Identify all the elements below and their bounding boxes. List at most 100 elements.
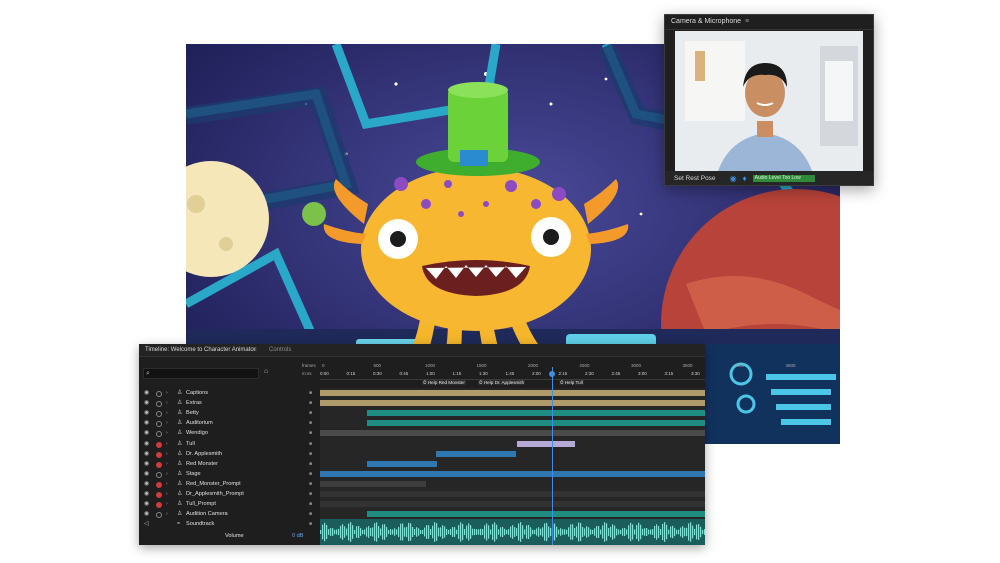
record-arm-icon[interactable] bbox=[156, 481, 162, 488]
lock-icon[interactable]: ■ bbox=[309, 398, 312, 408]
track-clip[interactable] bbox=[436, 450, 516, 457]
expand-arrow-icon[interactable]: › bbox=[166, 449, 168, 459]
record-arm-icon[interactable] bbox=[156, 492, 162, 498]
record-arm-icon[interactable] bbox=[156, 391, 162, 397]
track-row[interactable]: ◉ › ♙ Tull ■ bbox=[139, 439, 320, 449]
track-row[interactable]: ◉ › ♙ Red_Monster_Prompt ■ bbox=[139, 479, 320, 489]
timeline-search-input[interactable]: ⌕ bbox=[143, 368, 259, 379]
marker-label[interactable]: ⏱ Help Dr. Applesmith bbox=[478, 380, 526, 385]
track-row[interactable]: ◉ › ♙ Dr. Applesmith ■ bbox=[139, 449, 320, 459]
record-arm-icon[interactable] bbox=[156, 512, 162, 519]
visibility-eye-icon[interactable]: ◉ bbox=[144, 469, 149, 479]
track-row[interactable]: ◉ › ♙ Stage ■ bbox=[139, 469, 320, 479]
visibility-eye-icon[interactable]: ◉ bbox=[144, 499, 149, 509]
expand-arrow-icon[interactable]: › bbox=[166, 479, 168, 489]
lock-icon[interactable]: ■ bbox=[309, 428, 312, 438]
expand-arrow-icon[interactable]: › bbox=[166, 509, 168, 519]
track-row[interactable]: ◉ › ♙ Auditorium ■ bbox=[139, 418, 320, 428]
record-arm-icon[interactable] bbox=[156, 421, 162, 428]
visibility-eye-icon[interactable]: ◉ bbox=[144, 489, 149, 499]
expand-arrow-icon[interactable]: › bbox=[166, 408, 168, 418]
lock-icon[interactable]: ■ bbox=[309, 519, 312, 529]
visibility-eye-icon[interactable]: ◉ bbox=[144, 398, 149, 408]
track-clip[interactable] bbox=[517, 440, 575, 447]
expand-arrow-icon[interactable]: › bbox=[166, 418, 168, 428]
lock-icon[interactable]: ■ bbox=[309, 439, 312, 449]
track-row[interactable]: ◁ ≈ Soundtrack ■ bbox=[139, 519, 320, 529]
marker-label[interactable]: ⏱ Help Red Monster bbox=[422, 380, 466, 385]
visibility-eye-icon[interactable]: ◉ bbox=[144, 428, 149, 438]
playhead-handle[interactable] bbox=[549, 371, 555, 377]
track-clip[interactable] bbox=[320, 400, 705, 407]
visibility-eye-icon[interactable]: ◉ bbox=[144, 509, 149, 519]
record-arm-icon[interactable] bbox=[156, 451, 162, 458]
track-clip[interactable] bbox=[367, 460, 437, 467]
timeline-tracks[interactable] bbox=[320, 388, 705, 545]
scene-camera-icon[interactable]: ⌂ bbox=[264, 368, 268, 375]
expand-arrow-icon[interactable]: › bbox=[166, 489, 168, 499]
record-arm-icon[interactable] bbox=[156, 441, 162, 448]
camera-toggle-icon[interactable]: ◉ bbox=[730, 174, 737, 183]
track-row[interactable]: ◉ › ♙ Wendigo ■ bbox=[139, 428, 320, 438]
set-rest-pose-button[interactable]: Set Rest Pose bbox=[674, 175, 716, 182]
expand-arrow-icon[interactable]: › bbox=[166, 428, 168, 438]
soundtrack-waveform[interactable] bbox=[320, 519, 705, 545]
visibility-eye-icon[interactable]: ◉ bbox=[144, 388, 149, 398]
track-clip[interactable] bbox=[367, 410, 705, 417]
track-row[interactable]: ◉ › ♙ Extras ■ bbox=[139, 398, 320, 408]
track-row[interactable]: ◉ › ♙ Betty ■ bbox=[139, 408, 320, 418]
playhead-line[interactable] bbox=[552, 367, 553, 545]
track-clip[interactable] bbox=[367, 420, 705, 427]
visibility-eye-icon[interactable]: ◁ bbox=[144, 519, 149, 529]
lock-icon[interactable]: ■ bbox=[309, 408, 312, 418]
visibility-eye-icon[interactable]: ◉ bbox=[144, 479, 149, 489]
expand-arrow-icon[interactable]: › bbox=[166, 459, 168, 469]
visibility-eye-icon[interactable]: ◉ bbox=[144, 449, 149, 459]
visibility-eye-icon[interactable]: ◉ bbox=[144, 459, 149, 469]
track-clip[interactable] bbox=[367, 511, 705, 518]
panel-menu-icon[interactable]: ≡ bbox=[745, 18, 749, 25]
expand-arrow-icon[interactable]: › bbox=[166, 439, 168, 449]
record-arm-icon[interactable] bbox=[156, 401, 162, 408]
microphone-icon[interactable]: ♦ bbox=[743, 174, 747, 183]
track-row[interactable]: ◉ › ♙ Dr_Applesmith_Prompt ■ bbox=[139, 489, 320, 499]
track-row[interactable]: ◉ › ♙ Audition Camera ■ bbox=[139, 509, 320, 519]
expand-arrow-icon[interactable]: › bbox=[166, 469, 168, 479]
track-row[interactable]: ◉ › ♙ Tull_Prompt ■ bbox=[139, 499, 320, 509]
track-clip[interactable] bbox=[320, 390, 705, 396]
tab-controls[interactable]: Controls bbox=[269, 344, 291, 356]
tab-timeline[interactable]: Timeline: Welcome to Character Animator bbox=[145, 344, 256, 356]
visibility-eye-icon[interactable]: ◉ bbox=[144, 439, 149, 449]
expand-arrow-icon[interactable]: › bbox=[166, 499, 168, 509]
tab-menu-icon[interactable]: ≡ bbox=[253, 344, 257, 356]
lock-icon[interactable]: ■ bbox=[309, 509, 312, 519]
track-row[interactable]: ◉ › ♙ Red Monster ■ bbox=[139, 459, 320, 469]
track-row[interactable]: ◉ › ♙ Captions ■ bbox=[139, 388, 320, 398]
visibility-eye-icon[interactable]: ◉ bbox=[144, 418, 149, 428]
track-clip[interactable] bbox=[320, 491, 705, 497]
record-arm-icon[interactable] bbox=[156, 471, 162, 478]
lock-icon[interactable]: ■ bbox=[309, 469, 312, 479]
lock-icon[interactable]: ■ bbox=[309, 499, 312, 509]
record-arm-icon[interactable] bbox=[156, 411, 162, 418]
lock-icon[interactable]: ■ bbox=[309, 388, 312, 398]
lock-icon[interactable]: ■ bbox=[309, 418, 312, 428]
volume-label: Volume bbox=[225, 533, 244, 539]
lock-icon[interactable]: ■ bbox=[309, 479, 312, 489]
track-clip[interactable] bbox=[320, 430, 705, 437]
record-arm-icon[interactable] bbox=[156, 431, 162, 438]
marker-label[interactable]: ⏱ Help Tull bbox=[559, 380, 584, 385]
ruler-time-tick: 1:45 bbox=[505, 371, 515, 376]
expand-arrow-icon[interactable]: › bbox=[166, 388, 168, 398]
record-arm-icon[interactable] bbox=[156, 461, 162, 468]
lock-icon[interactable]: ■ bbox=[309, 459, 312, 469]
lock-icon[interactable]: ■ bbox=[309, 449, 312, 459]
track-clip[interactable] bbox=[320, 470, 705, 477]
visibility-eye-icon[interactable]: ◉ bbox=[144, 408, 149, 418]
track-clip[interactable] bbox=[320, 480, 426, 487]
record-arm-icon[interactable] bbox=[156, 502, 162, 509]
volume-value[interactable]: 0 dB bbox=[292, 533, 304, 539]
track-clip[interactable] bbox=[320, 501, 705, 508]
expand-arrow-icon[interactable]: › bbox=[166, 398, 168, 408]
lock-icon[interactable]: ■ bbox=[309, 489, 312, 499]
